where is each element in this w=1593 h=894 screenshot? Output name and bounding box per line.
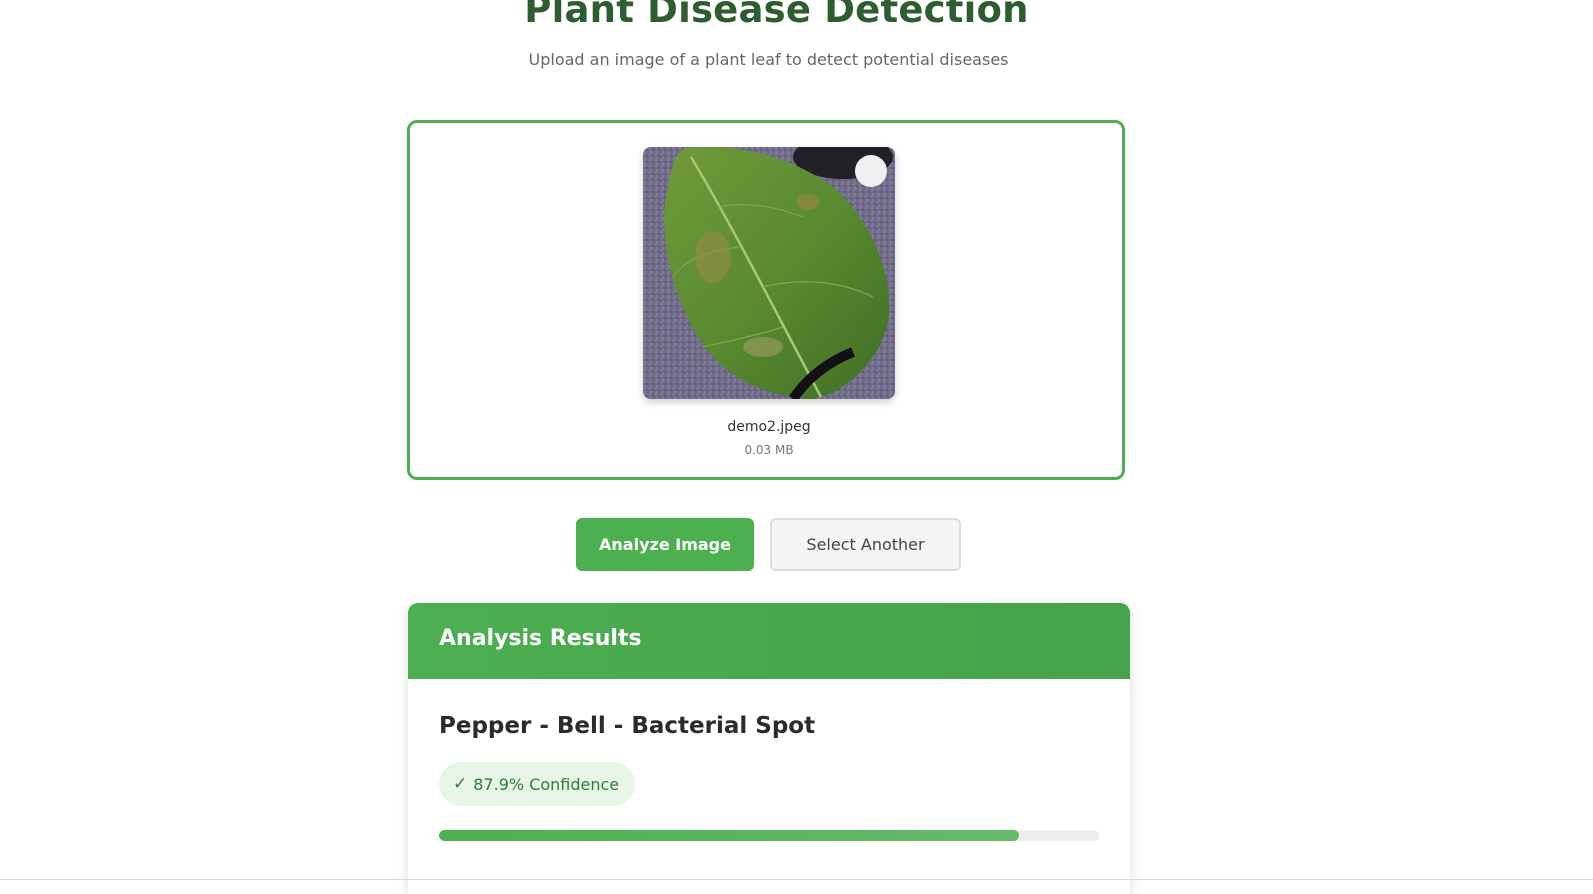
confidence-text: 87.9% Confidence (473, 774, 620, 794)
results-header: Analysis Results (408, 603, 1130, 679)
confidence-badge: ✓ 87.9% Confidence (439, 762, 636, 806)
remove-image-button[interactable] (855, 155, 887, 187)
page-title: Plant Disease Detection (524, 0, 1029, 31)
upload-dropzone[interactable]: demo2.jpeg 0.03 MB (407, 120, 1125, 480)
file-size: 0.03 MB (744, 443, 794, 457)
confidence-progress-fill (439, 830, 1020, 841)
image-preview (643, 147, 895, 399)
analyze-image-button[interactable]: Analyze Image (576, 518, 754, 571)
confidence-progress-bar (439, 830, 1099, 841)
file-name: demo2.jpeg (727, 419, 811, 435)
results-card: Analysis Results Pepper - Bell - Bacteri… (408, 603, 1130, 894)
leaf-image (643, 147, 895, 399)
bottom-divider (0, 879, 1593, 880)
page: Plant Disease Detection Upload an image … (0, 0, 1593, 894)
disease-name: Pepper - Bell - Bacterial Spot (439, 713, 816, 739)
select-another-button[interactable]: Select Another (770, 518, 961, 571)
results-title: Analysis Results (439, 626, 642, 651)
page-subtitle: Upload an image of a plant leaf to detec… (528, 50, 1009, 69)
check-icon: ✓ (453, 774, 468, 794)
